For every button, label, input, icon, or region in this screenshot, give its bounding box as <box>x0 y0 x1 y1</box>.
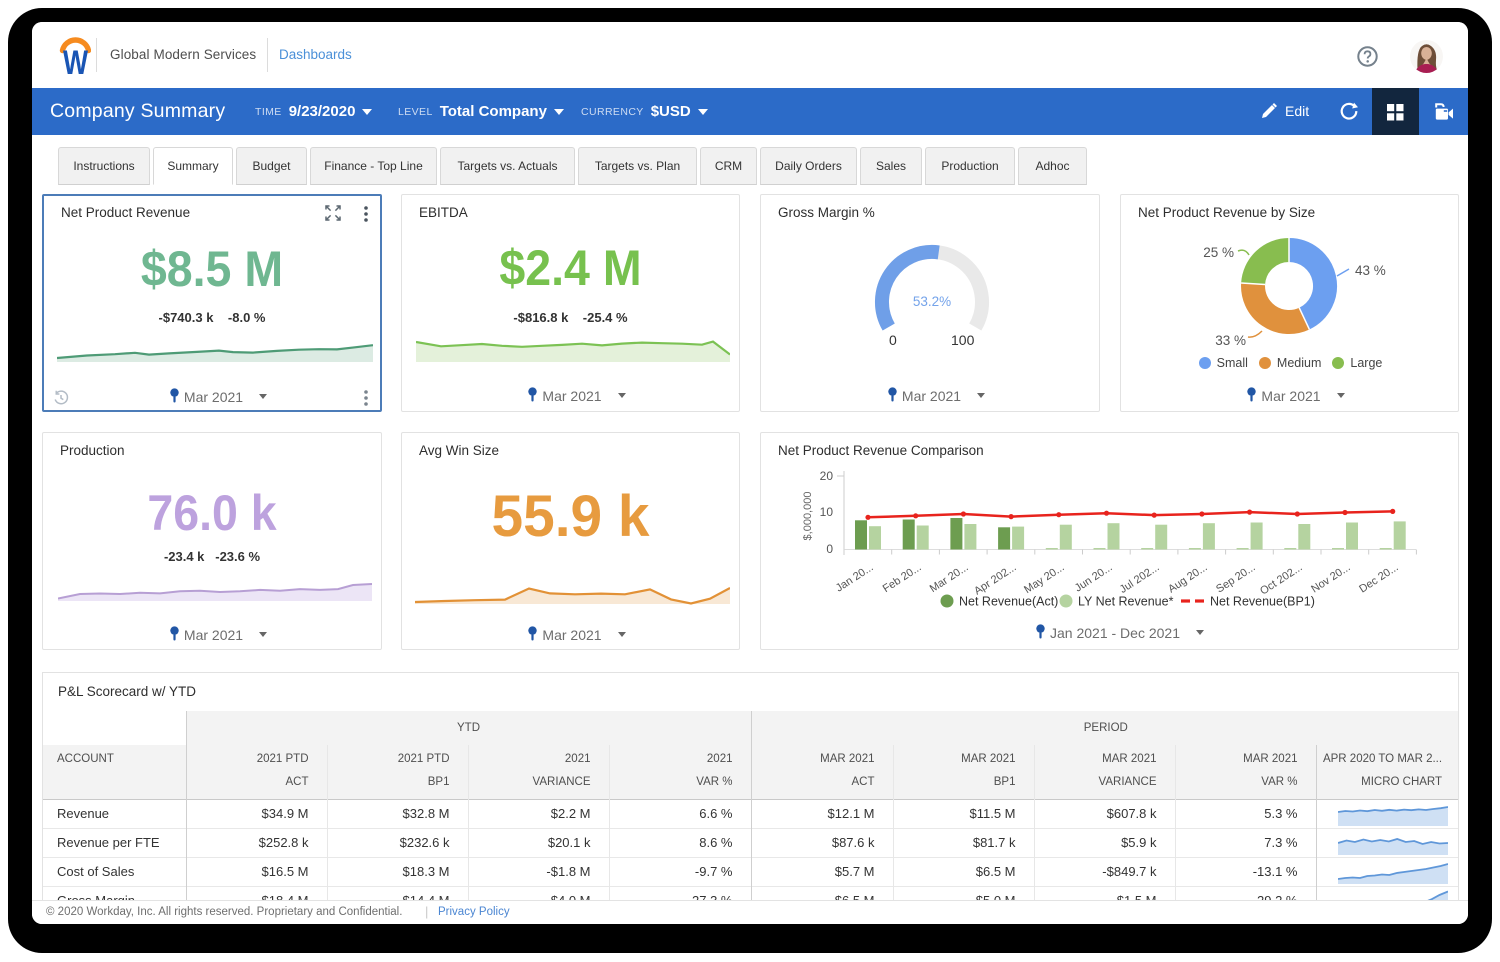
svg-text:20: 20 <box>820 469 834 483</box>
svg-text:Net Revenue(Act): Net Revenue(Act) <box>959 595 1058 609</box>
svg-text:Sep 20...: Sep 20... <box>1214 561 1257 595</box>
svg-text:Aug 20...: Aug 20... <box>1166 561 1209 595</box>
svg-text:Oct 202...: Oct 202... <box>1258 561 1305 597</box>
svg-text:Jan 20...: Jan 20... <box>834 561 876 594</box>
svg-text:Apr 202...: Apr 202... <box>972 561 1019 597</box>
svg-text:Mar 20...: Mar 20... <box>928 561 971 595</box>
svg-text:Nov 20...: Nov 20... <box>1309 561 1352 595</box>
svg-text:0: 0 <box>826 542 833 556</box>
svg-text:43 %: 43 % <box>1355 263 1386 278</box>
svg-text:Dec 20...: Dec 20... <box>1357 561 1400 595</box>
svg-text:25 %: 25 % <box>1203 245 1234 260</box>
svg-text:Feb 20...: Feb 20... <box>881 561 924 595</box>
svg-text:Jun 20...: Jun 20... <box>1073 561 1115 594</box>
svg-text:53.2%: 53.2% <box>913 294 951 309</box>
svg-text:Jul 202...: Jul 202... <box>1118 561 1162 595</box>
svg-text:$,000,000: $,000,000 <box>802 492 814 541</box>
svg-text:May 20...: May 20... <box>1022 561 1066 596</box>
svg-text:33 %: 33 % <box>1215 333 1246 348</box>
svg-text:Net Revenue(BP1): Net Revenue(BP1) <box>1210 595 1315 609</box>
svg-text:LY Net Revenue*: LY Net Revenue* <box>1078 595 1174 609</box>
svg-text:10: 10 <box>820 505 834 519</box>
svg-text:W: W <box>63 44 88 78</box>
